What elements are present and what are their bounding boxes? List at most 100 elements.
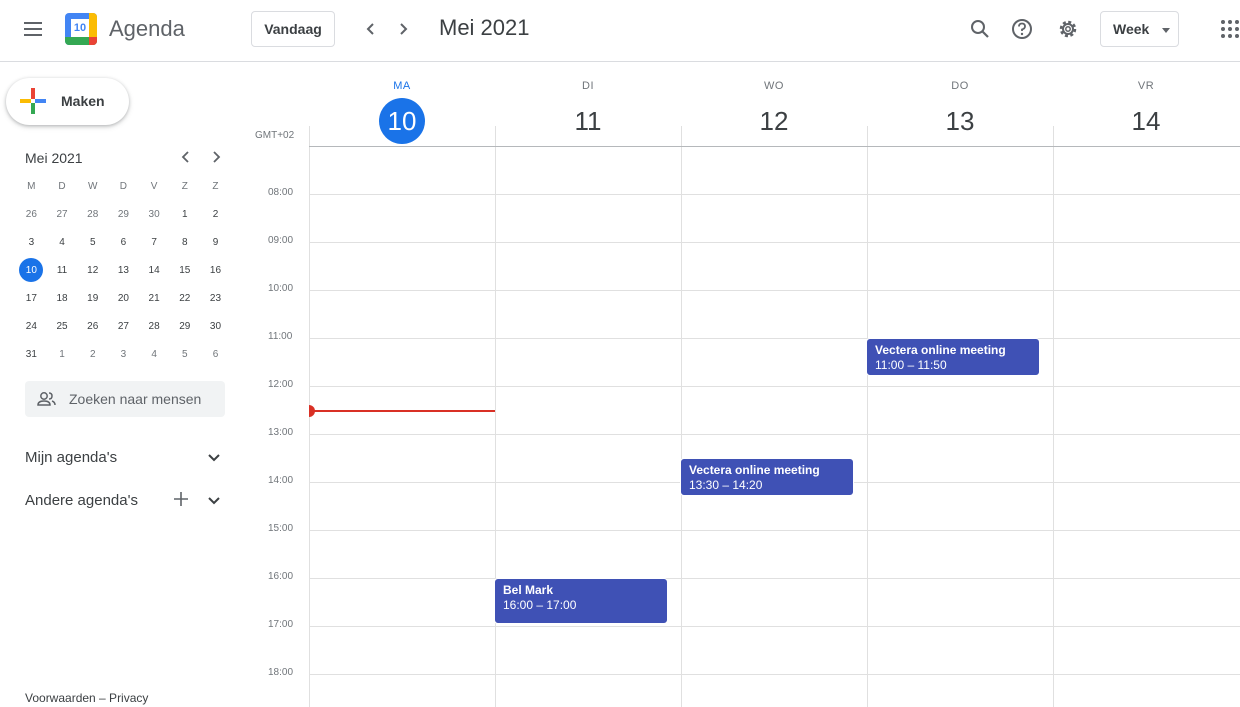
column-divider (309, 126, 310, 146)
mini-calendar-day[interactable]: 7 (139, 228, 170, 256)
mini-calendar-day[interactable]: 21 (139, 284, 170, 312)
mini-calendar-day[interactable]: 13 (108, 256, 139, 284)
mini-calendar-day[interactable]: 4 (47, 228, 78, 256)
mini-calendar-day-number: 7 (151, 236, 157, 248)
mini-calendar-day[interactable]: 20 (108, 284, 139, 312)
app-title[interactable]: Agenda (109, 16, 185, 42)
week-grid[interactable]: Vectera online meeting 11:00 – 11:50 Vecte… (309, 146, 1240, 707)
mini-calendar-day[interactable]: 6 (200, 340, 231, 368)
event-time: 11:00 – 11:50 (875, 358, 947, 372)
mini-calendar-day[interactable]: 15 (169, 256, 200, 284)
help-icon[interactable] (1006, 13, 1038, 45)
mini-calendar-day[interactable]: 16 (200, 256, 231, 284)
hour-line (309, 674, 1240, 675)
mini-calendar-day[interactable]: 2 (200, 200, 231, 228)
mini-calendar-day-number: 23 (209, 292, 222, 304)
previous-week-icon[interactable] (356, 14, 386, 44)
mini-calendar-next-icon[interactable] (207, 148, 225, 166)
mini-calendar-day[interactable]: 18 (47, 284, 78, 312)
mini-calendar-day[interactable]: 31 (16, 340, 47, 368)
hour-line (309, 626, 1240, 627)
day-column-divider (867, 147, 868, 707)
mini-calendar-day[interactable]: 4 (139, 340, 170, 368)
mini-calendar-prev-icon[interactable] (177, 148, 195, 166)
create-button[interactable]: Maken (6, 78, 129, 125)
day-number[interactable]: 14 (1123, 98, 1169, 144)
mini-calendar-day[interactable]: 17 (16, 284, 47, 312)
main-menu-icon[interactable] (14, 10, 52, 48)
day-number[interactable]: 11 (565, 98, 611, 144)
view-select[interactable]: Week (1100, 11, 1179, 47)
mini-calendar-day[interactable]: 19 (77, 284, 108, 312)
apps-grid-icon[interactable] (1214, 13, 1240, 45)
mini-calendar-day[interactable]: 26 (77, 312, 108, 340)
mini-calendar-day-number: 3 (120, 348, 127, 360)
mini-calendar-day[interactable]: 12 (77, 256, 108, 284)
add-calendar-plus-icon[interactable] (171, 489, 191, 509)
my-calendars-heading[interactable]: Mijn agenda's (25, 449, 117, 466)
footer-links[interactable]: Voorwaarden – Privacy (25, 691, 148, 705)
mini-calendar-day[interactable]: 11 (47, 256, 78, 284)
mini-calendar-day-number: 8 (182, 236, 188, 248)
mini-calendar-day[interactable]: 24 (16, 312, 47, 340)
mini-weekday-label: D (119, 180, 128, 192)
mini-calendar-day[interactable]: 1 (169, 200, 200, 228)
day-column-header[interactable]: VR 14 (1053, 72, 1239, 144)
hour-line (309, 338, 1240, 339)
mini-calendar-day[interactable]: 30 (139, 200, 170, 228)
day-column-header[interactable]: DO 13 (867, 72, 1053, 144)
mini-calendar-day[interactable]: 14 (139, 256, 170, 284)
mini-calendar-day[interactable]: 29 (108, 200, 139, 228)
settings-gear-icon[interactable] (1052, 13, 1084, 45)
mini-calendar-day[interactable]: 5 (169, 340, 200, 368)
day-column-header[interactable]: DI 11 (495, 72, 681, 144)
day-column-divider (1053, 147, 1054, 707)
today-button[interactable]: Vandaag (251, 11, 335, 47)
mini-calendar-day[interactable]: 6 (108, 228, 139, 256)
mini-calendar-day[interactable]: 3 (16, 228, 47, 256)
mini-calendar-day[interactable]: 5 (77, 228, 108, 256)
mini-calendar-day[interactable]: 26 (16, 200, 47, 228)
mini-calendar-day-number: 3 (28, 236, 35, 248)
day-column-divider (681, 147, 682, 707)
calendar-event[interactable]: Vectera online meeting 11:00 – 11:50 (866, 338, 1040, 376)
next-week-icon[interactable] (388, 14, 418, 44)
mini-calendar-day[interactable]: 30 (200, 312, 231, 340)
create-plus-icon (20, 88, 46, 114)
mini-calendar-day[interactable]: 10 (16, 256, 47, 284)
other-calendars-heading[interactable]: Andere agenda's (25, 492, 138, 509)
calendar-event[interactable]: Bel Mark 16:00 – 17:00 (494, 578, 668, 624)
chevron-down-icon[interactable] (204, 490, 224, 510)
hour-line (309, 434, 1240, 435)
mini-calendar-day[interactable]: 3 (108, 340, 139, 368)
chevron-down-icon[interactable] (204, 447, 224, 467)
mini-calendar-day-number: 30 (148, 208, 160, 220)
mini-calendar-day[interactable]: 22 (169, 284, 200, 312)
mini-calendar-day[interactable]: 1 (47, 340, 78, 368)
search-people-field[interactable]: Zoeken naar mensen (25, 381, 225, 417)
day-column-header[interactable]: MA 10 (309, 72, 495, 144)
hour-label: 14:00 (268, 475, 294, 486)
hour-label: 17:00 (268, 619, 294, 630)
calendar-event[interactable]: Vectera online meeting 13:30 – 14:20 (680, 458, 854, 496)
calendar-logo[interactable]: 10 (65, 13, 97, 45)
mini-calendar-day[interactable]: 29 (169, 312, 200, 340)
hour-label: 11:00 (268, 331, 293, 342)
mini-calendar-day[interactable]: 2 (77, 340, 108, 368)
mini-calendar-day[interactable]: 27 (47, 200, 78, 228)
day-number[interactable]: 12 (751, 98, 797, 144)
mini-calendar-day[interactable]: 27 (108, 312, 139, 340)
day-column-header[interactable]: WO 12 (681, 72, 867, 144)
mini-calendar-day[interactable]: 28 (139, 312, 170, 340)
mini-calendar-day[interactable]: 9 (200, 228, 231, 256)
mini-calendar-day-number: 17 (25, 292, 37, 304)
mini-calendar-day[interactable]: 23 (200, 284, 231, 312)
mini-calendar-day[interactable]: 8 (169, 228, 200, 256)
mini-calendar-day[interactable]: 28 (77, 200, 108, 228)
mini-calendar-day[interactable]: 25 (47, 312, 78, 340)
mini-calendar-day-number: 25 (56, 320, 68, 332)
hour-line (309, 578, 1240, 579)
day-number[interactable]: 10 (379, 98, 425, 144)
search-icon[interactable] (964, 13, 996, 45)
day-number[interactable]: 13 (937, 98, 983, 144)
